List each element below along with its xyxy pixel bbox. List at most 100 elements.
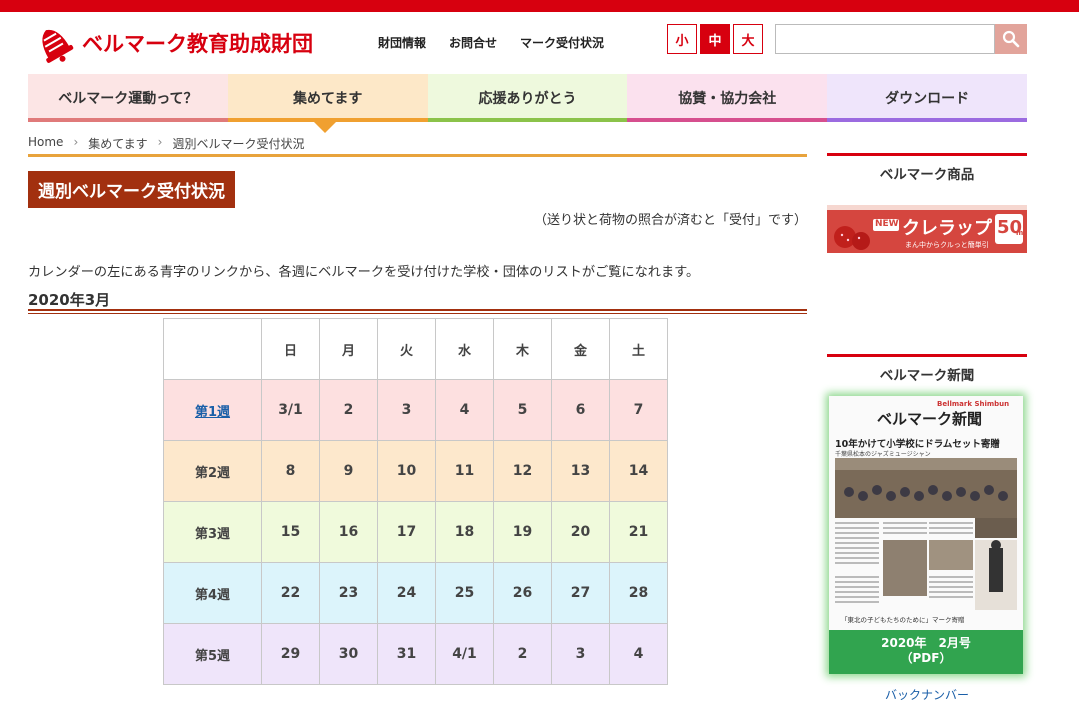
week-1-link[interactable]: 第1週 <box>195 405 230 420</box>
week-row-3: 第3週 15 16 17 18 19 20 21 <box>163 501 668 563</box>
receipt-note: （送り状と荷物の照合が済むと「受付」です） <box>533 213 807 228</box>
nav-about-label: ベルマーク運動って？ <box>58 91 198 107</box>
month-divider <box>28 309 807 311</box>
search-icon <box>1002 30 1020 48</box>
day-cell: 17 <box>377 501 436 563</box>
weekday-header: 水 <box>435 318 494 380</box>
day-cell: 3 <box>551 623 610 685</box>
logo-text: ベルマーク教育助成財団 <box>82 32 313 56</box>
product-tagline: まん中からクルっと簡単引 <box>905 241 989 249</box>
nav-thanks-label: 応援ありがとう <box>478 91 577 107</box>
header-links: 財団情報 お問合せ マーク受付状況 <box>378 34 604 51</box>
day-cell: 5 <box>493 379 552 441</box>
search-button[interactable] <box>995 24 1027 54</box>
day-cell: 21 <box>609 501 668 563</box>
product-name: クレラップ <box>902 218 992 239</box>
week-1-cell: 第1週 <box>163 379 262 441</box>
link-mark-status[interactable]: マーク受付状況 <box>520 34 604 51</box>
newspaper-footer-headline: 「東北の子どもたちのために」マーク寄贈 <box>841 616 965 624</box>
month-heading: 2020年3月 <box>28 291 111 309</box>
font-size-switcher: 小 中 大 <box>667 24 766 54</box>
top-red-bar <box>0 0 1079 12</box>
calendar-header-row: 日 月 火 水 木 金 土 <box>163 318 668 380</box>
breadcrumb-current: 週別ベルマーク受付状況 <box>172 137 305 151</box>
breadcrumb: Home › 集めてます › 週別ベルマーク受付状況 <box>28 135 304 152</box>
nav-collecting[interactable]: 集めてます <box>227 74 428 122</box>
week-row-2: 第2週 8 9 10 11 12 13 14 <box>163 440 668 502</box>
bell-logo-icon <box>42 29 74 63</box>
day-cell: 23 <box>319 562 378 624</box>
week-2-label: 第2週 <box>163 440 262 502</box>
products-heading: ベルマーク商品 <box>827 153 1027 183</box>
month-divider-thin <box>28 313 807 314</box>
font-size-large-button[interactable]: 大 <box>733 24 763 54</box>
day-cell: 20 <box>551 501 610 563</box>
nav-collecting-label: 集めてます <box>293 91 363 107</box>
day-cell: 29 <box>261 623 320 685</box>
day-cell: 26 <box>493 562 552 624</box>
week-row-5: 第5週 29 30 31 4/1 2 3 4 <box>163 623 668 685</box>
breadcrumb-separator-icon: › <box>157 135 163 149</box>
day-cell: 8 <box>261 440 320 502</box>
day-cell: 6 <box>551 379 610 441</box>
weekday-header: 日 <box>261 318 320 380</box>
day-cell: 14 <box>609 440 668 502</box>
site-logo[interactable]: ベルマーク教育助成財団 <box>28 18 338 68</box>
newspaper-thumbnail[interactable]: Bellmark Shimbun ベルマーク新聞 10年かけて小学校にドラムセッ… <box>829 396 1023 674</box>
breadcrumb-home[interactable]: Home <box>28 135 63 152</box>
nav-download-label: ダウンロード <box>885 91 970 107</box>
day-cell: 27 <box>551 562 610 624</box>
day-cell: 7 <box>609 379 668 441</box>
newspaper-page-graphic <box>835 458 1017 610</box>
weekday-header: 金 <box>551 318 610 380</box>
product-new-badge: NEW <box>875 219 899 229</box>
day-cell: 18 <box>435 501 494 563</box>
weekly-calendar: 日 月 火 水 木 金 土 第1週 3/1 2 3 4 5 6 7 第2週 8 … <box>163 318 668 685</box>
day-cell: 3/1 <box>261 379 320 441</box>
newspaper-masthead-en: Bellmark Shimbun <box>937 400 1010 408</box>
main-nav: ベルマーク運動って？ 集めてます 応援ありがとう 協賛・協力会社 ダウンロード <box>28 74 1027 122</box>
nav-download-bar <box>827 118 1027 122</box>
font-size-medium-button[interactable]: 中 <box>700 24 730 54</box>
nav-sponsors-bar <box>627 118 828 122</box>
search-input[interactable] <box>775 24 995 54</box>
nav-about[interactable]: ベルマーク運動って？ <box>28 74 228 122</box>
week-4-label: 第4週 <box>163 562 262 624</box>
week-row-4: 第4週 22 23 24 25 26 27 28 <box>163 562 668 624</box>
font-size-small-button[interactable]: 小 <box>667 24 697 54</box>
day-cell: 25 <box>435 562 494 624</box>
product-banner[interactable]: NEW クレラップ 50 m まん中からクルっと簡単引 <box>827 205 1027 253</box>
day-cell: 2 <box>319 379 378 441</box>
link-foundation-info[interactable]: 財団情報 <box>378 34 426 51</box>
newspaper-masthead: ベルマーク新聞 <box>877 410 983 428</box>
weekday-header: 月 <box>319 318 378 380</box>
day-cell: 11 <box>435 440 494 502</box>
page-description: カレンダーの左にある青字のリンクから、各週にベルマークを受け付けた学校・団体のリ… <box>28 265 700 280</box>
newspaper-issue-band[interactable]: 2020年 2月号 （PDF） <box>829 630 1023 674</box>
active-nav-caret <box>314 122 336 133</box>
nav-thanks-bar <box>427 118 628 122</box>
newspaper-issue-format: （PDF） <box>900 651 952 665</box>
day-cell: 16 <box>319 501 378 563</box>
newspaper-heading: ベルマーク新聞 <box>827 354 1027 384</box>
day-cell: 4 <box>435 379 494 441</box>
day-cell: 22 <box>261 562 320 624</box>
day-cell: 31 <box>377 623 436 685</box>
breadcrumb-separator-icon: › <box>73 135 79 149</box>
weekday-header: 木 <box>493 318 552 380</box>
breadcrumb-collecting[interactable]: 集めてます <box>88 135 147 152</box>
nav-download[interactable]: ダウンロード <box>827 74 1027 122</box>
back-numbers-link[interactable]: バックナンバー <box>827 686 1027 703</box>
day-cell: 30 <box>319 623 378 685</box>
nav-about-bar <box>28 118 228 122</box>
weekday-header: 土 <box>609 318 668 380</box>
breadcrumb-divider <box>28 154 807 157</box>
page-title: 週別ベルマーク受付状況 <box>28 171 235 208</box>
nav-thanks[interactable]: 応援ありがとう <box>427 74 628 122</box>
product-unit: m <box>1016 229 1024 237</box>
day-cell: 24 <box>377 562 436 624</box>
week-row-1: 第1週 3/1 2 3 4 5 6 7 <box>163 379 668 441</box>
day-cell: 4 <box>609 623 668 685</box>
nav-sponsors[interactable]: 協賛・協力会社 <box>627 74 828 122</box>
link-contact[interactable]: お問合せ <box>449 34 497 51</box>
